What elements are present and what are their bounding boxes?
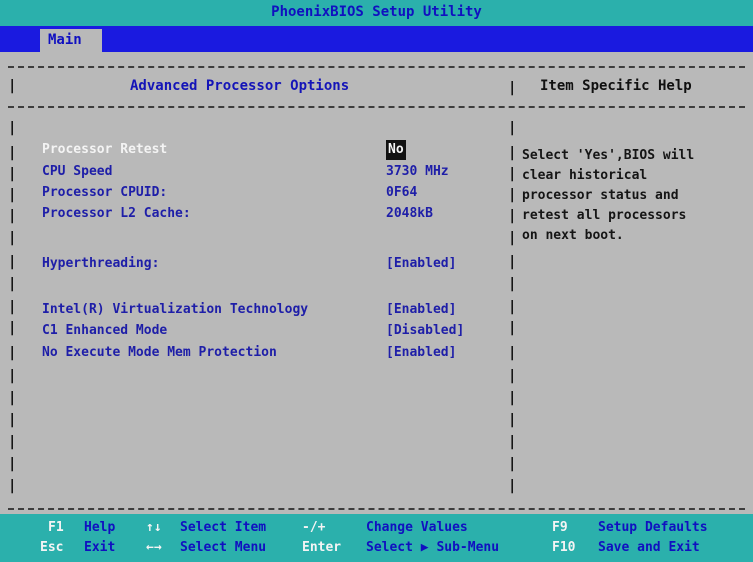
bios-screen: PhoenixBIOS Setup Utility Main | | | | |…: [0, 0, 753, 562]
key-leftright-desc: Select Menu: [180, 540, 267, 555]
key-updown: ↑↓: [146, 520, 162, 535]
setting-row-no-execute-mode[interactable]: No Execute Mode Mem Protection [Enabled]: [42, 343, 502, 363]
setting-row-virtualization[interactable]: Intel(R) Virtualization Technology [Enab…: [42, 300, 502, 320]
setting-row-c1-enhanced-mode[interactable]: C1 Enhanced Mode [Disabled]: [42, 321, 502, 341]
setting-value[interactable]: [Disabled]: [386, 321, 464, 341]
key-f10-desc: Save and Exit: [598, 540, 700, 555]
key-leftright: ←→: [146, 540, 162, 555]
setting-value[interactable]: [Enabled]: [386, 254, 456, 274]
setting-value[interactable]: [Enabled]: [386, 343, 456, 363]
key-esc-desc: Exit: [84, 540, 116, 555]
setting-label: C1 Enhanced Mode: [42, 323, 168, 338]
footer-keybar: F1 Help ↑↓ Select Item -/+ Change Values…: [0, 514, 753, 562]
selection-cursor[interactable]: No: [386, 140, 406, 160]
setting-value: 0F64: [386, 185, 418, 200]
header-divider: [8, 106, 745, 108]
window-title: PhoenixBIOS Setup Utility: [271, 4, 482, 20]
setting-row-processor-cpuid: Processor CPUID: 0F64: [42, 183, 502, 203]
key-f1: F1: [48, 520, 64, 535]
panel-title: Advanced Processor Options: [130, 78, 350, 94]
help-title: Item Specific Help: [540, 78, 692, 94]
key-f9: F9: [552, 520, 568, 535]
setting-label: Intel(R) Virtualization Technology: [42, 302, 309, 317]
key-esc: Esc: [40, 540, 64, 555]
setting-label: CPU Speed: [42, 164, 113, 179]
key-minus-plus: -/+: [302, 520, 326, 535]
setting-label: No Execute Mode Mem Protection: [42, 345, 277, 360]
setting-label: Processor CPUID:: [42, 185, 168, 200]
key-enter-desc: Select ▶ Sub-Menu: [366, 540, 500, 555]
key-updown-desc: Select Item: [180, 520, 267, 535]
menu-bar: Main: [0, 26, 753, 52]
key-f10: F10: [552, 540, 576, 555]
setting-label: Hyperthreading:: [42, 256, 160, 271]
top-divider: [8, 66, 745, 68]
setting-label: Processor L2 Cache:: [42, 206, 191, 221]
tab-main[interactable]: Main: [40, 29, 102, 52]
key-enter: Enter: [302, 540, 342, 555]
key-f1-desc: Help: [84, 520, 116, 535]
key-f9-desc: Setup Defaults: [598, 520, 708, 535]
help-text: Select 'Yes',BIOS will clear historical …: [522, 148, 695, 243]
setting-value[interactable]: No: [386, 140, 406, 160]
bottom-divider: [8, 508, 745, 510]
title-bar: PhoenixBIOS Setup Utility: [0, 0, 753, 26]
setting-row-processor-l2-cache: Processor L2 Cache: 2048kB: [42, 204, 502, 224]
setting-row-cpu-speed: CPU Speed 3730 MHz: [42, 162, 502, 182]
setting-value[interactable]: [Enabled]: [386, 300, 456, 320]
setting-label: Processor Retest: [42, 142, 168, 157]
key-minus-plus-desc: Change Values: [366, 520, 468, 535]
setting-row-hyperthreading[interactable]: Hyperthreading: [Enabled]: [42, 254, 502, 274]
setting-row-processor-retest[interactable]: Processor Retest No: [42, 140, 502, 160]
setting-value: 3730 MHz: [386, 164, 449, 179]
setting-value: 2048kB: [386, 206, 433, 221]
